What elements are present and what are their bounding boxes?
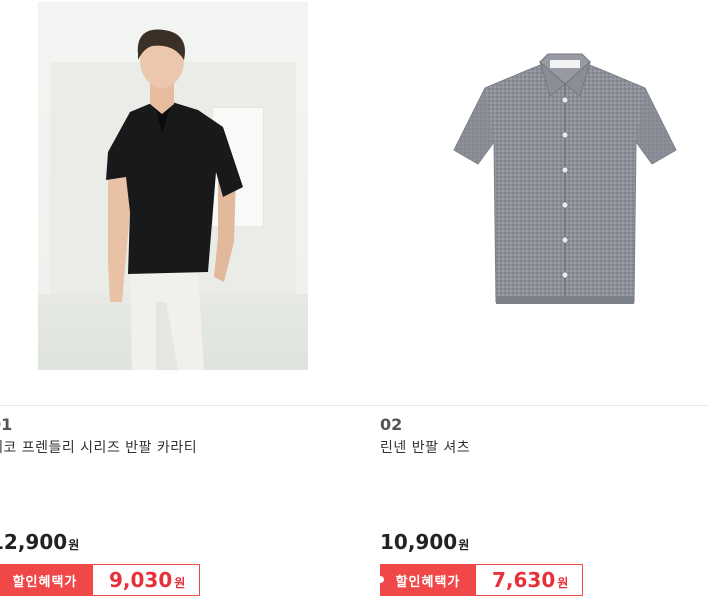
discount-badge: 할인혜택가 9,030 원: [0, 564, 201, 596]
discount-price-currency: 원: [557, 575, 569, 590]
product-card-1[interactable]: 01 에코 프렌들리 시리즈 반팔 카라티 12,900원 할인혜택가 9,03…: [0, 0, 360, 611]
product-name[interactable]: 린넨 반팔 셔츠: [380, 437, 470, 457]
bullet-dot-icon: [377, 576, 384, 583]
card-divider: [0, 405, 360, 406]
product-rank: 02: [380, 415, 403, 434]
product-image-2[interactable]: [440, 40, 690, 330]
discount-price-currency: 원: [174, 575, 186, 590]
discount-price: 7,630 원: [476, 564, 584, 596]
product-name[interactable]: 에코 프렌들리 시리즈 반팔 카라티: [0, 437, 197, 457]
discount-badge: 할인혜택가 7,630 원: [377, 564, 584, 596]
product-image-1[interactable]: [38, 2, 308, 370]
discount-price-value: 9,030: [109, 568, 173, 592]
discount-price-value: 7,630: [492, 568, 556, 592]
discount-label: 할인혜택가: [0, 564, 93, 596]
price-currency: 원: [68, 538, 80, 552]
price-value: 10,900: [380, 530, 458, 554]
product-price: 10,900원: [380, 530, 469, 554]
product-card-2[interactable]: 02 린넨 반팔 셔츠 10,900원 할인혜택가 7,630 원: [360, 0, 709, 611]
discount-label-text: 할인혜택가: [395, 574, 461, 590]
model-figure-icon: [106, 29, 243, 370]
discount-price: 9,030 원: [93, 564, 201, 596]
product-rank: 01: [0, 415, 13, 434]
discount-label-text: 할인혜택가: [12, 574, 78, 590]
card-divider: [360, 405, 709, 406]
product-price: 12,900원: [0, 530, 79, 554]
price-value: 12,900: [0, 530, 68, 554]
discount-label: 할인혜택가: [377, 564, 476, 596]
price-currency: 원: [458, 538, 470, 552]
